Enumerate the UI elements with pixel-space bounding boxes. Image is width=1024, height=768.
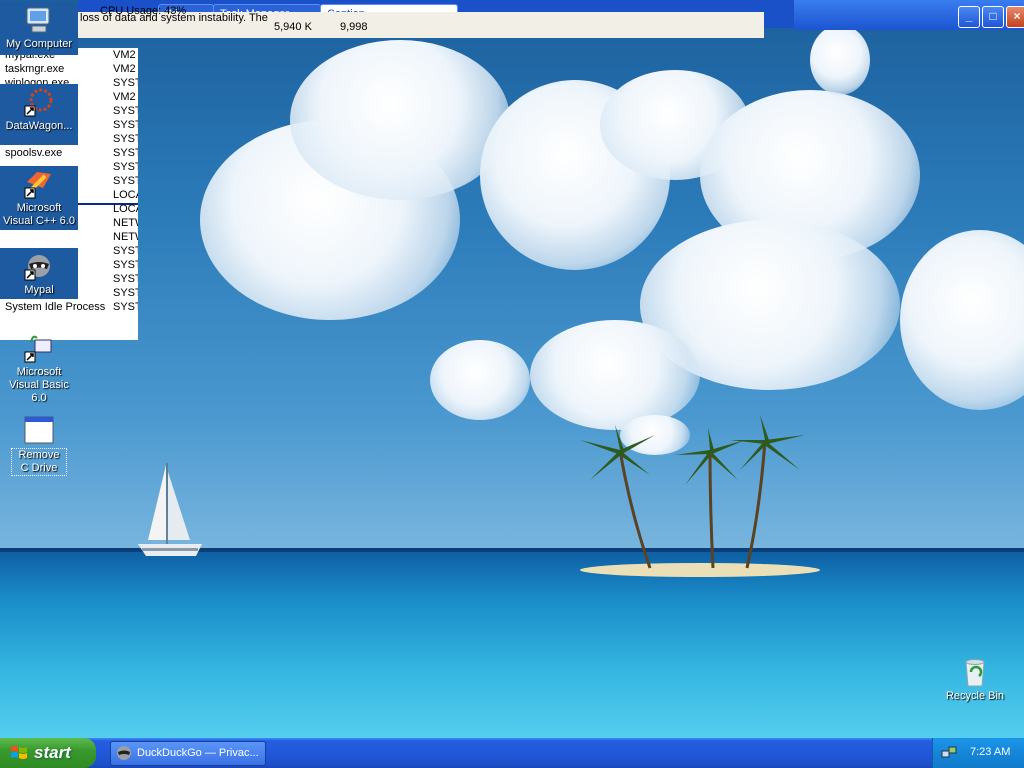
icon-label: DataWagon... (5, 120, 73, 132)
recycle-bin-icon (965, 659, 985, 687)
process-user: LOCAL (113, 203, 138, 215)
network-icon[interactable] (941, 745, 957, 761)
process-user: SYSTEM (113, 259, 138, 271)
maximize-button[interactable]: □ (982, 6, 1004, 28)
start-button[interactable]: start (0, 738, 96, 768)
desktop-icon-visual-basic[interactable]: Microsoft Visual Basic 6.0 (0, 332, 78, 405)
process-user: VM2 (113, 91, 136, 103)
taskbar-item-duckduckgo[interactable]: DuckDuckGo — Privac... (110, 741, 266, 766)
process-user: SYSTEM (113, 77, 138, 89)
process-user: SYSTEM (113, 273, 138, 285)
datawagon-shortcut-icon (24, 88, 53, 117)
process-user: SYSTEM (113, 287, 138, 299)
process-user: SYSTEM (113, 175, 138, 187)
process-name[interactable]: taskmgr.exe (5, 62, 64, 76)
process-user: LOCAL (113, 189, 138, 201)
taskbar-item-label: DuckDuckGo — Privac... (137, 747, 259, 759)
taskbar-clock[interactable]: 7:23 AM (970, 746, 1010, 758)
process-name[interactable]: System Idle Process (5, 300, 105, 314)
icon-label: Microsoft Visual C++ 6.0 (3, 202, 75, 227)
desktop-icon-remove-c-drive[interactable]: Remove C Drive (0, 414, 78, 476)
process-user: VM2 (113, 63, 136, 75)
sailboat (138, 463, 202, 556)
taskbar: start DuckDuckGo — Privac... 7:23 AM (0, 738, 1024, 768)
cpu-usage-label: CPU Usage: 43% (100, 5, 187, 17)
cloud (430, 340, 530, 420)
desktop-icon-visual-cpp[interactable]: Microsoft Visual C++ 6.0 (0, 166, 78, 230)
memory-value: 5,940 K (274, 21, 312, 33)
island-with-palm-trees (580, 415, 820, 577)
icon-label: Remove C Drive (11, 448, 67, 476)
process-user: SYSTEM (113, 119, 138, 131)
icon-label: Recycle Bin (945, 690, 1005, 702)
desktop-wallpaper (0, 0, 1024, 768)
icon-label: Microsoft Visual Basic 6.0 (9, 366, 69, 404)
desktop-icon-my-computer[interactable]: My Computer (0, 2, 78, 55)
icon-label: Mypal (24, 284, 54, 296)
my-computer-icon (26, 7, 50, 33)
icon-label: My Computer (5, 38, 73, 50)
process-user: SYSTEM (113, 161, 138, 173)
cloud (810, 25, 870, 95)
visual-basic-shortcut-icon (24, 335, 52, 363)
process-user: NETWORK (113, 217, 138, 229)
window-icon (24, 416, 54, 444)
process-user: VM2 (113, 49, 136, 61)
process-name[interactable]: spoolsv.exe (5, 146, 62, 160)
visual-cpp-shortcut-icon (24, 172, 51, 199)
windows-flag-icon (11, 746, 27, 759)
desktop-icon-mypal[interactable]: Mypal (0, 248, 78, 299)
process-user: SYSTEM (113, 245, 138, 257)
minimize-button[interactable]: _ (958, 6, 980, 28)
mypal-raccoon-icon (117, 746, 131, 760)
process-user: SYSTEM (113, 147, 138, 159)
process-user: SYSTEM (113, 105, 138, 117)
close-button[interactable]: × (1006, 6, 1024, 28)
mypal-raccoon-icon (24, 255, 50, 281)
start-label: start (34, 743, 71, 762)
cloud (290, 40, 510, 200)
process-user: SYSTEM (113, 301, 138, 313)
desktop-icon-recycle-bin[interactable]: Recycle Bin (936, 656, 1014, 703)
system-tray: 7:23 AM (932, 738, 1024, 768)
wallpaper-sea (0, 552, 1024, 738)
desktop-icon-datawagon[interactable]: DataWagon... (0, 84, 78, 145)
process-user: SYSTEM (113, 133, 138, 145)
memory-value: 9,998 (340, 21, 368, 33)
process-user: NETWORK (113, 231, 138, 243)
